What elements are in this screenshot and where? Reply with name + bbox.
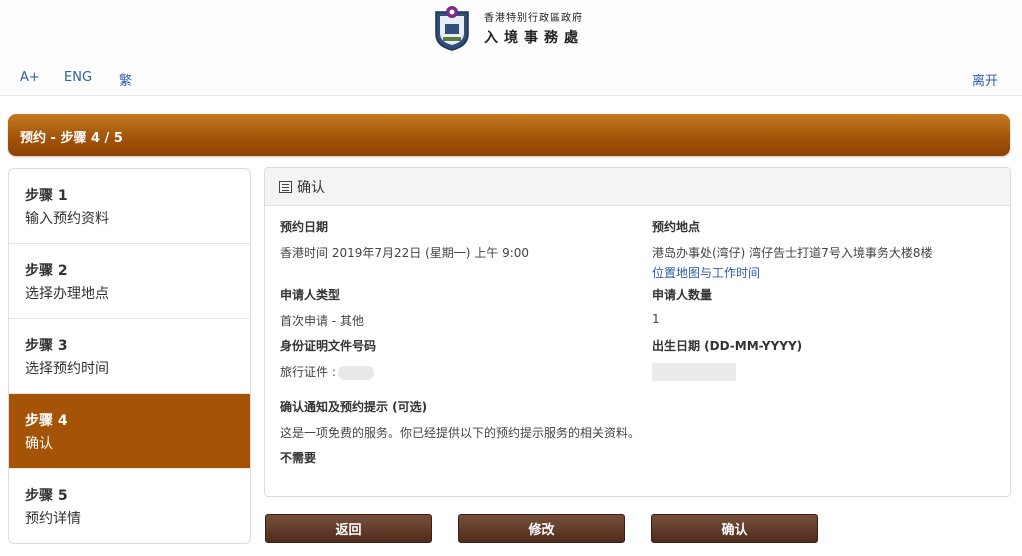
field-label: 申请人数量 — [652, 288, 713, 302]
step-banner: 预约 - 步骤 4 / 5 — [8, 114, 1010, 156]
applicant-type-field: 申请人类型 首次申请 - 其他 — [280, 286, 364, 329]
step-4-active: 步骤 4 确认 — [9, 394, 250, 469]
panel-header: 确认 — [265, 168, 1010, 206]
id-document-field: 身份证明文件号码 旅行证件 : — [280, 337, 376, 380]
appointment-location-field: 预约地点 港岛办事处(湾仔) 湾仔告士打道7号入境事务大楼8楼 位置地图与工作时… — [652, 218, 932, 281]
confirm-button[interactable]: 确认 — [651, 514, 818, 543]
redacted-date-of-birth — [652, 363, 736, 381]
font-size-larger-link[interactable]: A+ — [20, 70, 40, 85]
field-value: 香港时间 2019年7月22日 (星期一) 上午 9:00 — [280, 246, 530, 260]
step-number: 步骤 4 — [25, 413, 68, 429]
field-label: 身份证明文件号码 — [280, 339, 377, 353]
step-2: 步骤 2 选择办理地点 — [9, 244, 250, 319]
step-label: 输入预约资料 — [25, 211, 109, 227]
step-label: 选择预约时间 — [25, 361, 109, 377]
steps-sidebar: 步骤 1 输入预约资料 步骤 2 选择办理地点 步骤 3 选择预约时间 步骤 4… — [8, 168, 251, 544]
step-label: 预约详情 — [25, 511, 81, 527]
field-value: 旅行证件 : — [280, 363, 376, 380]
field-label: 确认通知及预约提示 (可选) — [280, 400, 428, 414]
english-link[interactable]: ENG — [64, 70, 92, 85]
traditional-chinese-link[interactable]: 繁 — [119, 70, 132, 89]
field-label: 申请人类型 — [280, 288, 341, 302]
step-1: 步骤 1 输入预约资料 — [9, 169, 250, 244]
notification-choice-field: 不需要 — [280, 449, 316, 466]
step-number: 步骤 1 — [25, 188, 68, 204]
appointment-date-field: 预约日期 香港时间 2019年7月22日 (星期一) 上午 9:00 — [280, 218, 529, 261]
list-document-icon — [279, 180, 292, 193]
org-name-line1: 香港特别行政區政府 — [484, 13, 583, 24]
field-value: 港岛办事处(湾仔) 湾仔告士打道7号入境事务大楼8楼 — [652, 246, 933, 260]
emblem-icon — [435, 6, 469, 51]
confirmation-panel: 确认 预约日期 香港时间 2019年7月22日 (星期一) 上午 9:00 预约… — [264, 167, 1011, 497]
back-button[interactable]: 返回 — [265, 514, 432, 543]
site-header: 香港特别行政區政府 入境事務處 A+ ENG 繁 离开 — [0, 0, 1022, 96]
field-label: 预约日期 — [280, 220, 329, 234]
redacted-id-number — [337, 365, 374, 380]
notification-choice: 不需要 — [280, 451, 317, 465]
step-number: 步骤 3 — [25, 338, 68, 354]
step-label: 选择办理地点 — [25, 286, 109, 302]
step-number: 步骤 5 — [25, 488, 68, 504]
location-map-link[interactable]: 位置地图与工作时间 — [652, 264, 932, 281]
edit-button[interactable]: 修改 — [458, 514, 625, 543]
banner-title: 预约 - 步骤 4 / 5 — [20, 131, 123, 146]
notification-field: 确认通知及预约提示 (可选) 这是一项免费的服务。你已经提供以下的预约提示服务的… — [280, 398, 640, 441]
field-value: 这是一项免费的服务。你已经提供以下的预约提示服务的相关资料。 — [280, 426, 641, 440]
step-label: 确认 — [25, 436, 53, 452]
step-3: 步骤 3 选择预约时间 — [9, 319, 250, 394]
org-name-line2: 入境事務處 — [484, 30, 584, 46]
applicant-count-field: 申请人数量 1 — [652, 286, 712, 326]
date-of-birth-field: 出生日期 (DD-MM-YYYY) — [652, 337, 802, 381]
id-document-type: 旅行证件 : — [280, 365, 336, 379]
leave-link[interactable]: 离开 — [972, 70, 998, 89]
department-logo[interactable]: 香港特别行政區政府 入境事務處 — [432, 4, 584, 52]
panel-title: 确认 — [297, 179, 325, 196]
field-value: 1 — [652, 312, 660, 326]
step-5: 步骤 5 预约详情 — [9, 469, 250, 543]
field-value: 首次申请 - 其他 — [280, 314, 364, 328]
field-label: 出生日期 (DD-MM-YYYY) — [652, 339, 803, 353]
step-number: 步骤 2 — [25, 263, 68, 279]
field-label: 预约地点 — [652, 220, 701, 234]
